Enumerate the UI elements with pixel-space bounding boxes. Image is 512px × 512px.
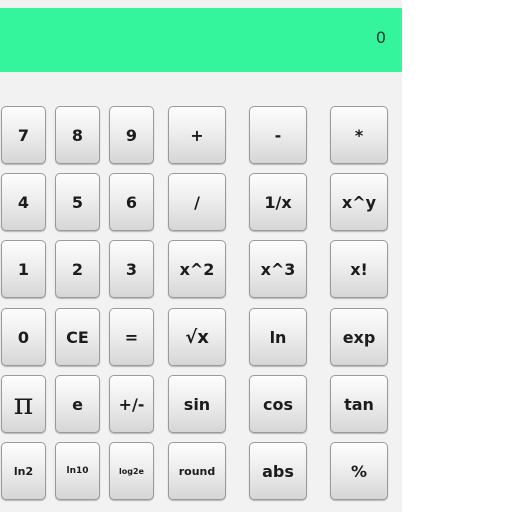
key-1-button[interactable]: 1 — [1, 240, 46, 298]
square-root-label: √x — [185, 326, 209, 348]
key-9-button[interactable]: 9 — [109, 106, 154, 164]
euler-e-button[interactable]: e — [55, 375, 100, 433]
minus-label: - — [274, 125, 282, 145]
percent-label: % — [350, 461, 368, 481]
multiply-button[interactable]: * — [330, 106, 388, 164]
log2e-label: log2e — [119, 466, 144, 476]
calculator-app: 0 7 8 9 + - * 4 5 6 / 1/x x^y 1 2 3 x^2 … — [0, 0, 512, 512]
round-button[interactable]: round — [168, 442, 226, 500]
clear-entry-label: CE — [66, 327, 89, 347]
power-button[interactable]: x^y — [330, 173, 388, 231]
sin-button[interactable]: sin — [168, 375, 226, 433]
sin-label: sin — [183, 394, 211, 414]
abs-label: abs — [262, 461, 294, 481]
sign-toggle-button[interactable]: +/- — [109, 375, 154, 433]
pi-label: π — [13, 386, 34, 422]
equals-button[interactable]: = — [109, 308, 154, 366]
equals-label: = — [124, 327, 139, 347]
round-label: round — [178, 464, 216, 478]
exp-label: exp — [342, 327, 376, 347]
exp-button[interactable]: exp — [330, 308, 388, 366]
key-5-button[interactable]: 5 — [55, 173, 100, 231]
key-2-button[interactable]: 2 — [55, 240, 100, 298]
key-7-button[interactable]: 7 — [1, 106, 46, 164]
key-0-label: 0 — [17, 327, 30, 347]
key-4-label: 4 — [17, 192, 30, 212]
display-value: 0 — [375, 28, 386, 47]
tan-label: tan — [344, 394, 374, 414]
pi-button[interactable]: π — [1, 375, 46, 433]
key-8-label: 8 — [71, 125, 84, 145]
power-label: x^y — [341, 192, 377, 212]
key-0-button[interactable]: 0 — [1, 308, 46, 366]
key-7-label: 7 — [17, 125, 30, 145]
keypad-panel: 0 7 8 9 + - * 4 5 6 / 1/x x^y 1 2 3 x^2 … — [0, 0, 402, 512]
key-8-button[interactable]: 8 — [55, 106, 100, 164]
display: 0 — [0, 8, 402, 72]
natural-log-label: ln — [269, 327, 287, 347]
key-6-button[interactable]: 6 — [109, 173, 154, 231]
square-root-button[interactable]: √x — [168, 308, 226, 366]
multiply-label: * — [354, 125, 364, 145]
reciprocal-label: 1/x — [264, 192, 292, 212]
square-button[interactable]: x^2 — [168, 240, 226, 298]
reciprocal-button[interactable]: 1/x — [249, 173, 307, 231]
minus-button[interactable]: - — [249, 106, 307, 164]
log2e-button[interactable]: log2e — [109, 442, 154, 500]
key-6-label: 6 — [125, 192, 138, 212]
divide-button[interactable]: / — [168, 173, 226, 231]
key-9-label: 9 — [125, 125, 138, 145]
key-3-button[interactable]: 3 — [109, 240, 154, 298]
key-4-button[interactable]: 4 — [1, 173, 46, 231]
clear-entry-button[interactable]: CE — [55, 308, 100, 366]
natural-log-button[interactable]: ln — [249, 308, 307, 366]
ln10-button[interactable]: ln10 — [55, 442, 100, 500]
key-2-label: 2 — [71, 259, 84, 279]
ln2-label: ln2 — [13, 464, 34, 478]
cube-button[interactable]: x^3 — [249, 240, 307, 298]
ln10-label: ln10 — [66, 466, 89, 476]
cos-label: cos — [263, 394, 293, 414]
plus-label: + — [190, 125, 204, 145]
tan-button[interactable]: tan — [330, 375, 388, 433]
euler-e-label: e — [72, 394, 83, 414]
abs-button[interactable]: abs — [249, 442, 307, 500]
sign-toggle-label: +/- — [118, 394, 145, 414]
square-label: x^2 — [179, 259, 215, 279]
percent-button[interactable]: % — [330, 442, 388, 500]
key-5-label: 5 — [71, 192, 84, 212]
factorial-button[interactable]: x! — [330, 240, 388, 298]
plus-button[interactable]: + — [168, 106, 226, 164]
ln2-button[interactable]: ln2 — [1, 442, 46, 500]
key-1-label: 1 — [17, 259, 30, 279]
divide-label: / — [194, 192, 200, 212]
cos-button[interactable]: cos — [249, 375, 307, 433]
cube-label: x^3 — [260, 259, 296, 279]
key-3-label: 3 — [125, 259, 138, 279]
factorial-label: x! — [350, 259, 368, 279]
